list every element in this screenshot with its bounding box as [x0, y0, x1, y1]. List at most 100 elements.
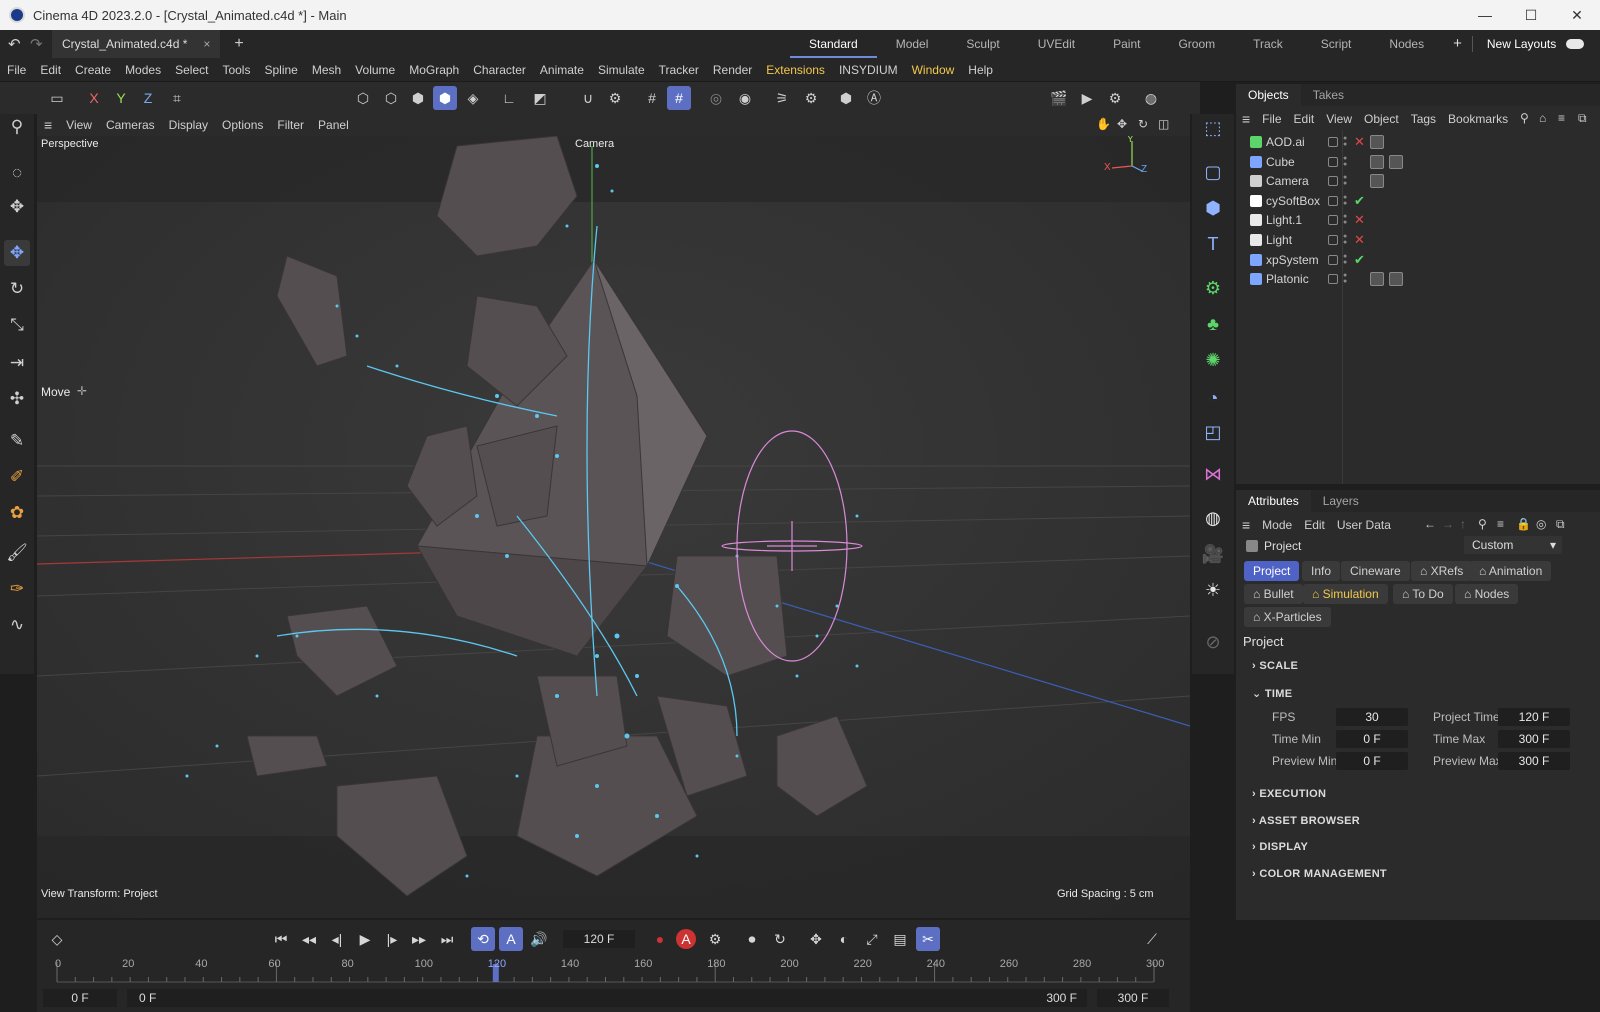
previous-key-icon[interactable]: ◂◂ — [297, 927, 321, 951]
axis-lock-y-button[interactable]: Y — [109, 86, 133, 110]
add-layout-button[interactable]: + — [1443, 30, 1472, 58]
menu-edit[interactable]: Edit — [33, 63, 68, 77]
object-row[interactable]: Camera ● ● — [1236, 171, 1600, 191]
move-tool-icon[interactable]: ✥ — [4, 240, 30, 266]
subtab-simulation[interactable]: ⌂ Simulation — [1303, 584, 1388, 604]
close-window-button[interactable]: ✕ — [1554, 0, 1600, 30]
document-tab[interactable]: Crystal_Animated.c4d * × — [52, 30, 221, 58]
render-settings-icon[interactable]: ⚙ — [1103, 86, 1127, 110]
object-status-icon[interactable]: ✕ — [1354, 212, 1365, 228]
menu-tools[interactable]: Tools — [215, 63, 257, 77]
subtab-animation[interactable]: ⌂ Animation — [1470, 561, 1552, 581]
layout-tab-model[interactable]: Model — [877, 30, 948, 58]
viewport-menu-panel[interactable]: Panel — [311, 118, 356, 132]
object-status-icon[interactable]: ✔ — [1354, 193, 1365, 209]
subtab-project[interactable]: Project — [1244, 561, 1300, 581]
attributes-hamburger-icon[interactable]: ≡ — [1236, 517, 1256, 533]
menu-select[interactable]: Select — [168, 63, 215, 77]
minimize-button[interactable]: — — [1462, 0, 1508, 30]
object-mode-icon[interactable]: ⬢ — [433, 86, 457, 110]
viewport-menu-view[interactable]: View — [59, 118, 99, 132]
record-move-icon[interactable]: ✥ — [804, 927, 828, 951]
rotate-tool-icon[interactable]: ↻ — [4, 276, 30, 302]
keyframe-settings-icon[interactable]: ⚙ — [703, 927, 727, 951]
cloner-icon[interactable]: ♣ — [1199, 310, 1227, 338]
layer-edit-icon[interactable] — [1328, 235, 1338, 245]
object-row[interactable]: Platonic ● ● — [1236, 269, 1600, 289]
record-position-icon[interactable]: ⏺ — [740, 927, 764, 951]
object-name[interactable]: Platonic — [1266, 272, 1309, 286]
attributes-new-window-icon[interactable]: ⧉ — [1550, 517, 1571, 532]
effector-icon[interactable]: ✺ — [1199, 346, 1227, 374]
interactive-render-icon[interactable]: ◍ — [1139, 86, 1163, 110]
subtab-todo[interactable]: ⌂ To Do — [1393, 584, 1453, 604]
record-rotation-icon[interactable]: ↻ — [768, 927, 792, 951]
time-min-field[interactable]: 0 F — [1336, 730, 1408, 748]
layout-tab-paint[interactable]: Paint — [1094, 30, 1159, 58]
timeline-ruler[interactable] — [37, 950, 1190, 990]
section-scale[interactable]: › SCALE — [1252, 660, 1298, 672]
current-frame-field[interactable]: 120 F — [563, 930, 635, 948]
menu-mograph[interactable]: MoGraph — [402, 63, 466, 77]
move-handle-icon[interactable]: ✛ — [77, 384, 87, 398]
environment-icon[interactable]: ◍ — [1199, 504, 1227, 532]
search-icon[interactable]: ⚲ — [4, 114, 30, 140]
transfer-tool-icon[interactable]: ⇥ — [4, 350, 30, 376]
paint-tool-icon[interactable]: ✑ — [4, 576, 30, 602]
field-icon[interactable]: ◰ — [1199, 418, 1227, 446]
toggle-view-layout-icon[interactable]: ◫ — [1151, 117, 1176, 131]
undo-icon[interactable]: ↶ — [8, 35, 21, 53]
axis-mode-icon[interactable]: ∟ — [497, 86, 521, 110]
attributes-menu-user-data[interactable]: User Data — [1331, 518, 1397, 532]
workplane-snap-icon[interactable]: # — [667, 86, 691, 110]
attributes-search-icon[interactable]: ⚲ — [1472, 517, 1493, 531]
visibility-dots-icon[interactable]: ● ● — [1343, 233, 1348, 246]
objects-search-icon[interactable]: ⚲ — [1514, 111, 1535, 125]
objects-menu-tags[interactable]: Tags — [1405, 112, 1442, 126]
object-row[interactable]: Cube ● ● — [1236, 152, 1600, 172]
axis-lock-z-button[interactable]: Z — [136, 86, 160, 110]
objects-menu-object[interactable]: Object — [1358, 112, 1405, 126]
menu-modes[interactable]: Modes — [118, 63, 168, 77]
layer-edit-icon[interactable] — [1328, 156, 1338, 167]
visibility-dots-icon[interactable]: ● ● — [1343, 213, 1348, 226]
layer-edit-icon[interactable] — [1328, 254, 1338, 265]
objects-new-window-icon[interactable]: ⧉ — [1572, 111, 1593, 126]
object-name[interactable]: AOD.ai — [1266, 135, 1305, 149]
up-arrow-icon[interactable]: ↑ — [1454, 517, 1472, 531]
object-name[interactable]: Camera — [1266, 174, 1309, 188]
uv-mode-icon[interactable]: ◈ — [461, 86, 485, 110]
object-tag-icon[interactable] — [1370, 135, 1384, 149]
next-key-icon[interactable]: ▸▸ — [407, 927, 431, 951]
objects-menu-bookmarks[interactable]: Bookmarks — [1442, 112, 1514, 126]
layer-edit-icon[interactable] — [1328, 274, 1338, 285]
placement-tool-icon[interactable]: ✣ — [4, 386, 30, 412]
mograph-icon[interactable]: ⋈ — [1199, 460, 1227, 488]
menu-character[interactable]: Character — [466, 63, 533, 77]
layout-tab-nodes[interactable]: Nodes — [1370, 30, 1443, 58]
object-row[interactable]: AOD.ai ● ● ✕ — [1236, 132, 1600, 152]
preview-min-field[interactable]: 0 F — [1336, 752, 1408, 770]
object-tag-icon[interactable] — [1370, 272, 1384, 287]
subtab-info[interactable]: Info — [1302, 561, 1341, 581]
project-time-field[interactable]: 120 F — [1498, 708, 1570, 726]
visibility-dots-icon[interactable]: ● ● — [1343, 272, 1348, 285]
sound-icon[interactable]: 🔊 — [527, 927, 551, 951]
subtab-x-particles[interactable]: ⌂ X-Particles — [1244, 607, 1331, 627]
viewport-menu-cameras[interactable]: Cameras — [99, 118, 162, 132]
scale-tool-icon[interactable]: ⤡ — [4, 312, 30, 338]
key-interpolation-icon[interactable]: ✂ — [916, 927, 940, 951]
menu-render[interactable]: Render — [706, 63, 759, 77]
section-time[interactable]: ⌄ TIME — [1252, 687, 1292, 700]
object-name[interactable]: Light.1 — [1266, 213, 1302, 227]
menu-file[interactable]: File — [0, 63, 33, 77]
objects-filter-icon[interactable]: ≡ — [1552, 111, 1571, 125]
visibility-dots-icon[interactable]: ● ● — [1343, 135, 1348, 148]
coordinate-system-icon[interactable]: ⌗ — [165, 86, 189, 110]
timeline-graph-icon[interactable]: ⟋ — [1140, 927, 1164, 951]
maximize-button[interactable]: ☐ — [1508, 0, 1554, 30]
visibility-dots-icon[interactable]: ● ● — [1343, 253, 1348, 266]
deformer-icon[interactable]: ◔ — [1199, 384, 1227, 412]
section-color-management[interactable]: › COLOR MANAGEMENT — [1252, 868, 1387, 880]
object-row[interactable]: cySoftBox ● ● ✔ — [1236, 191, 1600, 211]
